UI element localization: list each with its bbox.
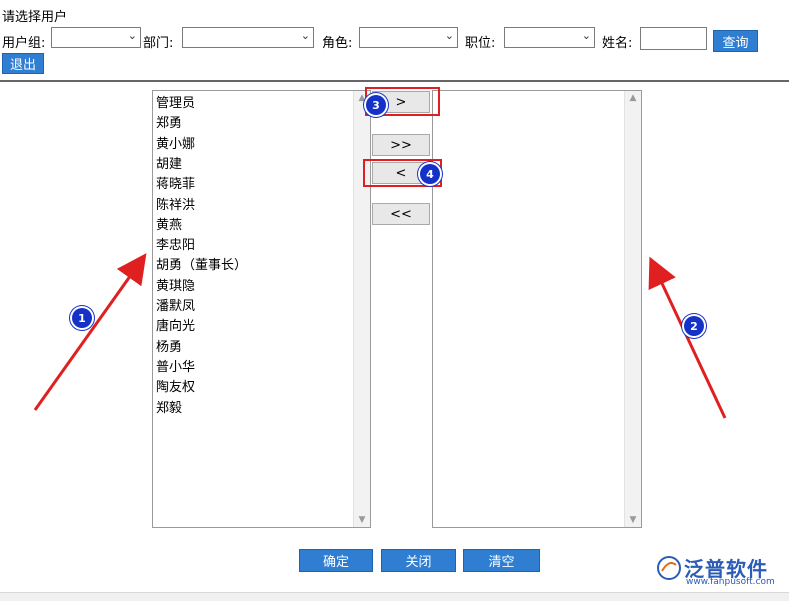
- logo-url: www.fanpusoft.com: [686, 577, 775, 587]
- arrow-to-left-list: [33, 253, 147, 411]
- fanpusoft-logo: 泛普软件 www.fanpusoft.com: [656, 551, 784, 591]
- annotation-badge-3: 3: [366, 95, 386, 115]
- annotation-arrows: [33, 253, 727, 419]
- confirm-button[interactable]: 确定: [299, 549, 373, 572]
- logo-icon: [657, 556, 681, 580]
- annotation-badge-2: 2: [684, 316, 704, 336]
- annotation-badge-4: 4: [420, 164, 440, 184]
- close-button[interactable]: 关闭: [381, 549, 456, 572]
- clear-button[interactable]: 清空: [463, 549, 540, 572]
- annotation-badge-1: 1: [72, 308, 92, 328]
- arrow-to-right-list: [648, 256, 727, 419]
